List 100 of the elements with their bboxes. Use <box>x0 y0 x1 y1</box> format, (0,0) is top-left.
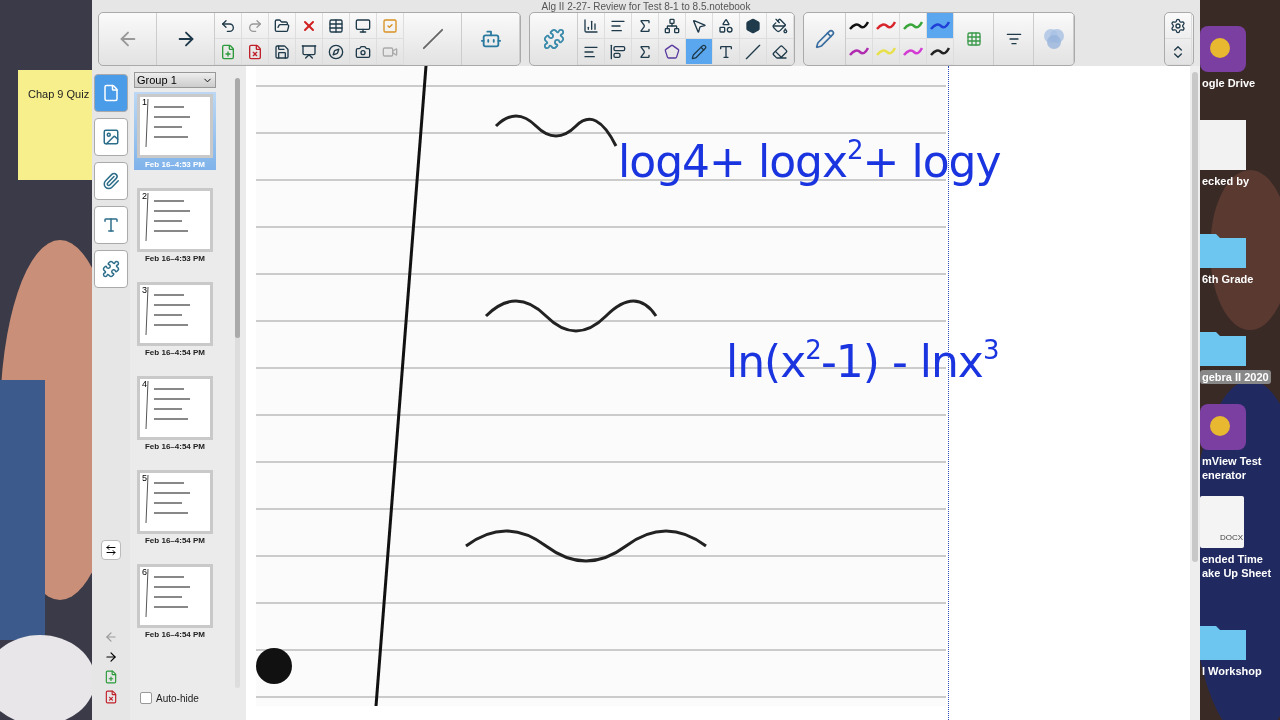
puzzle-icon <box>542 28 565 50</box>
undo-icon <box>220 17 236 34</box>
bar-chart-icon <box>583 17 599 34</box>
measure-button[interactable] <box>323 39 350 65</box>
sticky-note-text: Chap 9 Quiz <box>28 88 90 100</box>
sidebar-tab[interactable] <box>94 162 128 200</box>
pen-color-button[interactable] <box>846 39 873 65</box>
settings-button[interactable] <box>1165 13 1192 39</box>
page-date: Feb 16–4:54 PM <box>145 442 205 451</box>
math-pen-button[interactable] <box>632 39 659 65</box>
page-number: 5 <box>142 473 147 483</box>
diagram-button[interactable] <box>659 13 686 39</box>
sticky-note[interactable]: Chap 9 Quiz <box>18 70 92 180</box>
pencil-icon <box>814 29 835 49</box>
desktop-icon-label[interactable]: mView Test enerator <box>1200 454 1280 482</box>
page-number: 6 <box>142 567 147 577</box>
sigma-icon <box>637 17 653 34</box>
page-date: Feb 16–4:54 PM <box>145 630 205 639</box>
page-icon <box>102 84 120 102</box>
page-date: Feb 16–4:54 PM <box>145 536 205 545</box>
file-x-icon <box>104 690 118 704</box>
distribute-button[interactable] <box>605 13 632 39</box>
line-icon <box>745 43 761 60</box>
file-type-label: DOCX <box>1220 533 1244 542</box>
sidebar-tab[interactable] <box>94 250 128 288</box>
monitor-icon <box>355 17 371 34</box>
save-icon <box>274 43 290 60</box>
presentation-icon <box>301 43 317 60</box>
align-top-icon <box>610 43 626 60</box>
desktop-icon-label[interactable]: l Workshop <box>1200 664 1264 678</box>
window-title: Alg II 2-27- Review for Test 8-1 to 8.5.notebook <box>541 0 751 12</box>
pentagon-icon <box>664 43 680 60</box>
scrollbar-thumb[interactable] <box>1192 72 1198 562</box>
page-thumbnail[interactable]: 1 Feb 16–4:53 PM <box>134 92 216 170</box>
hexagon-icon <box>745 17 761 34</box>
page-number: 3 <box>142 285 147 295</box>
handwritten-ink: log4+ logx$^{2}$+ logy <box>618 136 1001 187</box>
undo-button[interactable] <box>215 13 242 39</box>
settings-icon <box>1170 17 1186 34</box>
desktop-icon-label[interactable]: ogle Drive <box>1200 76 1258 90</box>
compass-icon <box>328 43 344 60</box>
pen-color-button[interactable] <box>900 39 927 65</box>
camera-icon <box>355 43 371 60</box>
text-icon <box>718 43 734 60</box>
group-dropdown[interactable]: Group 1 <box>134 72 216 88</box>
paint-bucket-icon <box>772 17 788 34</box>
desktop-icon-label[interactable]: ecked by <box>1200 174 1252 188</box>
screen-button[interactable] <box>296 39 323 65</box>
pen-color-button[interactable] <box>873 39 900 65</box>
pen-color-button[interactable] <box>927 13 954 39</box>
gallery-icon <box>102 128 120 146</box>
checkbox[interactable] <box>140 692 152 704</box>
math-select-button[interactable] <box>632 13 659 39</box>
pointer-icon <box>691 17 707 34</box>
left-right-arrow-icon <box>105 544 117 556</box>
page-date: Feb 16–4:53 PM <box>145 160 205 169</box>
open-button[interactable] <box>269 13 296 39</box>
screenshade-button[interactable] <box>350 13 377 39</box>
pens-icon <box>691 43 707 60</box>
pen-color-button[interactable] <box>873 13 900 39</box>
checkbox-label: Auto-hide <box>156 692 199 704</box>
pens-tool-button[interactable] <box>686 39 713 65</box>
pen-color-button[interactable] <box>927 39 954 65</box>
desktop-icon-label[interactable]: ended Time ake Up Sheet <box>1200 552 1280 580</box>
puzzle-icon <box>102 260 120 278</box>
sidebar-tab[interactable] <box>94 118 128 156</box>
page-number: 2 <box>142 191 147 201</box>
table-button[interactable] <box>323 13 350 39</box>
polygon-tool-button[interactable] <box>740 13 767 39</box>
color-grid-icon <box>965 31 982 47</box>
line-style-icon <box>1005 31 1022 47</box>
pen-color-button[interactable] <box>846 13 873 39</box>
shapes-button[interactable] <box>713 13 740 39</box>
delete-button[interactable] <box>296 13 323 39</box>
save-button[interactable] <box>269 39 296 65</box>
robot-icon <box>479 28 502 50</box>
file-x-icon <box>247 43 263 60</box>
align-button[interactable] <box>578 39 605 65</box>
desktop-icon-label[interactable]: 6th Grade <box>1200 272 1256 286</box>
text-button[interactable] <box>713 39 740 65</box>
sidebar-tab[interactable] <box>94 206 128 244</box>
desktop-icon-label[interactable]: gebra II 2020 <box>1200 370 1271 384</box>
delete-page-button[interactable] <box>242 39 269 65</box>
chart-button[interactable] <box>578 13 605 39</box>
scrollbar-thumb[interactable] <box>235 78 240 338</box>
network-icon <box>664 17 680 34</box>
folder-icon <box>274 17 290 34</box>
eraser-button[interactable] <box>767 39 794 65</box>
properties-icon <box>102 216 120 234</box>
file-plus-icon <box>220 43 236 60</box>
sidebar-tab[interactable] <box>94 74 128 112</box>
eraser-icon <box>772 43 788 60</box>
align-top-button[interactable] <box>605 39 632 65</box>
redo-icon <box>247 17 263 34</box>
shapes-icon <box>718 17 734 34</box>
circles-icon <box>1041 27 1066 51</box>
capture-button[interactable] <box>350 39 377 65</box>
paperclip-icon <box>102 172 120 190</box>
page-date: Feb 16–4:54 PM <box>145 348 205 357</box>
sidebar-side-button[interactable] <box>101 540 121 560</box>
